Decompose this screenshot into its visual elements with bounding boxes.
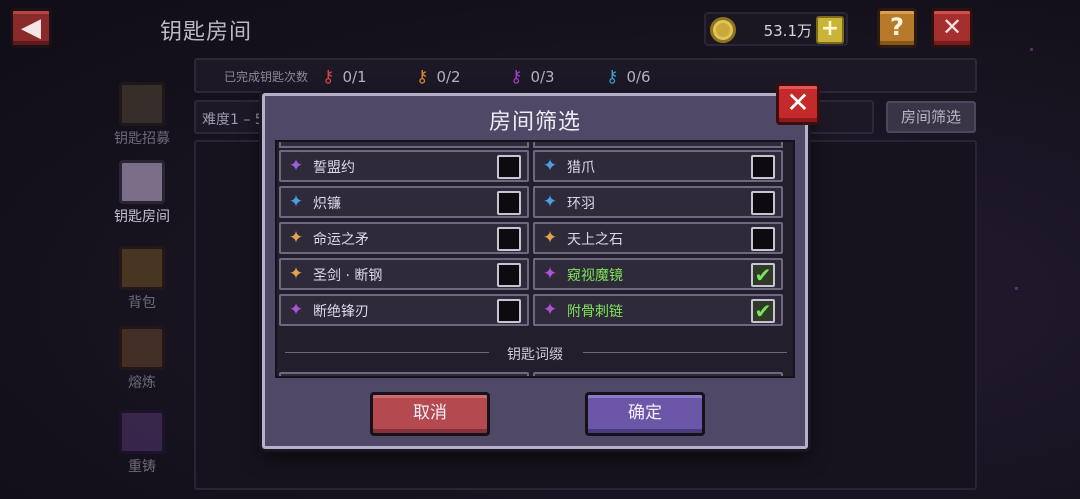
sidebar-item-smelt[interactable]: 熔炼 xyxy=(104,326,180,392)
blue-sickle-icon: ✦ xyxy=(288,192,304,212)
filter-checkbox-checked[interactable]: ✔ xyxy=(751,263,775,287)
filter-item[interactable]: ✦ 窥视魔镜 ✔ xyxy=(533,258,783,290)
filter-checkbox[interactable] xyxy=(497,263,521,287)
dialog-title: 房间筛选 xyxy=(488,110,581,135)
key-count-label: 已完成钥匙次数 xyxy=(224,70,309,84)
close-page-button[interactable]: ✕ xyxy=(931,8,973,48)
cyan-key-icon: ⚷ xyxy=(606,67,619,87)
room-filter-button[interactable]: 房间筛选 xyxy=(886,101,976,133)
filter-checkbox[interactable] xyxy=(751,191,775,215)
filter-item[interactable]: ✦ 断绝锋刃 xyxy=(279,294,529,326)
filter-checkbox[interactable] xyxy=(497,227,521,251)
cancel-button[interactable]: 取消 xyxy=(370,392,490,436)
reforge-icon xyxy=(119,410,165,454)
filter-checkbox[interactable] xyxy=(497,155,521,179)
confirm-button[interactable]: 确定 xyxy=(585,392,705,436)
page-title: 钥匙房间 xyxy=(160,20,253,45)
filter-item[interactable]: ✦ 天上之石 xyxy=(533,222,783,254)
list-item-partial xyxy=(279,142,529,148)
sidebar-item-label: 熔炼 xyxy=(128,375,156,391)
orange-key-icon: ⚷ xyxy=(416,67,429,87)
filter-checkbox[interactable] xyxy=(751,155,775,179)
key-count-red: ⚷ 0/1 xyxy=(322,67,367,87)
key-count-purple: ⚷ 0/3 xyxy=(510,67,555,87)
difficulty-text: 难度1 – 5 xyxy=(202,112,264,128)
filter-item[interactable]: ✦ 命运之矛 xyxy=(279,222,529,254)
shrine-icon xyxy=(119,82,165,126)
coin-amount: 53.1万 xyxy=(763,22,812,40)
room-filter-dialog: 房间筛选 ✕ ✦ 誓盟约 ✦ 猎爪 ✦ 炽镰 ✦ 环羽 ✦ 命运之矛 ✦ 天上之… xyxy=(262,83,820,449)
gold-coin-icon xyxy=(710,17,736,43)
affix-item-partial[interactable] xyxy=(279,372,529,376)
checkmark-icon: ✔ xyxy=(754,299,772,323)
filter-item[interactable]: ✦ 圣剑 · 断钢 xyxy=(279,258,529,290)
sidebar-item-bag[interactable]: 背包 xyxy=(104,246,180,312)
filter-checkbox[interactable] xyxy=(751,227,775,251)
filter-item[interactable]: ✦ 附骨刺链 ✔ xyxy=(533,294,783,326)
divider xyxy=(583,352,787,353)
purple-crystal-icon: ✦ xyxy=(288,156,304,176)
key-room-icon xyxy=(119,160,165,204)
gold-sword-icon: ✦ xyxy=(288,264,304,284)
list-item-partial xyxy=(533,142,783,148)
sidebar-item-label: 钥匙房间 xyxy=(114,209,170,225)
purple-key-icon: ⚷ xyxy=(510,67,523,87)
furnace-icon xyxy=(119,326,165,370)
gold-spear-icon: ✦ xyxy=(288,228,304,248)
filter-item[interactable]: ✦ 猎爪 xyxy=(533,150,783,182)
red-key-icon: ⚷ xyxy=(322,67,335,87)
dialog-close-button[interactable]: ✕ xyxy=(776,83,820,125)
purple-blade-icon: ✦ xyxy=(288,300,304,320)
sidebar-item-label: 重铸 xyxy=(128,459,156,475)
purple-chain-icon: ✦ xyxy=(542,300,558,320)
key-count-cyan: ⚷ 0/6 xyxy=(606,67,651,87)
coin-display: 53.1万 + xyxy=(704,12,848,46)
star-decoration xyxy=(1030,48,1033,51)
gold-stone-icon: ✦ xyxy=(542,228,558,248)
filter-item[interactable]: ✦ 炽镰 xyxy=(279,186,529,218)
sidebar-item-key-room[interactable]: 钥匙房间 xyxy=(104,160,180,226)
back-button[interactable]: ◀ xyxy=(10,8,52,48)
sidebar-item-reforge[interactable]: 重铸 xyxy=(104,410,180,476)
affix-item-partial[interactable] xyxy=(533,372,783,376)
filter-list[interactable]: ✦ 誓盟约 ✦ 猎爪 ✦ 炽镰 ✦ 环羽 ✦ 命运之矛 ✦ 天上之石 ✦ 圣剑 … xyxy=(275,140,795,378)
checkmark-icon: ✔ xyxy=(754,263,772,287)
filter-item[interactable]: ✦ 环羽 xyxy=(533,186,783,218)
filter-checkbox-checked[interactable]: ✔ xyxy=(751,299,775,323)
section-label: 钥匙词缀 xyxy=(507,347,563,363)
purple-mirror-icon: ✦ xyxy=(542,264,558,284)
filter-checkbox[interactable] xyxy=(497,191,521,215)
blue-claw-icon: ✦ xyxy=(542,156,558,176)
blue-feather-icon: ✦ xyxy=(542,192,558,212)
star-decoration xyxy=(1015,287,1018,290)
help-button[interactable]: ? xyxy=(877,8,917,48)
sidebar-item-label: 钥匙招募 xyxy=(114,131,170,147)
arrow-left-icon: ◀ xyxy=(21,13,41,43)
sidebar-item-key-recruit[interactable]: 钥匙招募 xyxy=(104,82,180,148)
key-count-bar: 已完成钥匙次数 ⚷ 0/1 ⚷ 0/2 ⚷ 0/3 ⚷ 0/6 xyxy=(194,58,977,93)
key-count-orange: ⚷ 0/2 xyxy=(416,67,461,87)
sidebar-item-label: 背包 xyxy=(128,295,156,311)
bag-icon xyxy=(119,246,165,290)
filter-checkbox[interactable] xyxy=(497,299,521,323)
filter-item[interactable]: ✦ 誓盟约 xyxy=(279,150,529,182)
add-coins-button[interactable]: + xyxy=(816,16,844,44)
